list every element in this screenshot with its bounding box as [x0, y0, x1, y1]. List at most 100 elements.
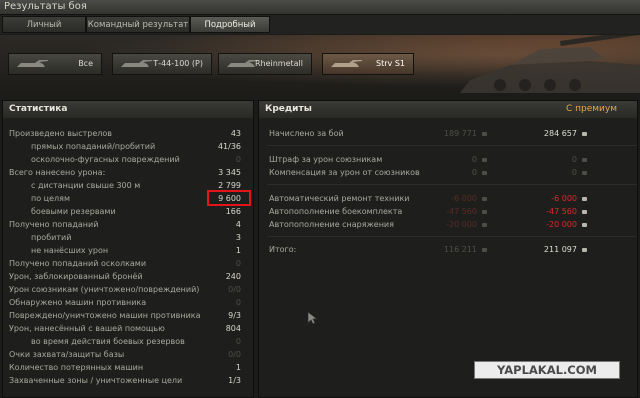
credit-coin-icon — [582, 171, 587, 175]
credit-total-row: Итого: 116 211 211 097 — [259, 244, 637, 256]
vehicle-filter-rheinmetall[interactable]: Rheinmetall — [218, 53, 312, 75]
stat-label: осколочно-фугасных повреждений — [31, 155, 180, 164]
credit-coin-icon — [482, 158, 487, 162]
stat-value: 166 — [225, 207, 241, 216]
stat-value: 0 — [235, 155, 241, 164]
credit-base-value: -6 000 — [451, 194, 477, 203]
credit-premium-value: -47 560 — [546, 207, 577, 216]
credit-label: Начислено за бой — [269, 129, 344, 138]
stat-row: осколочно-фугасных повреждений 0 — [3, 154, 253, 166]
credit-coin-icon — [582, 248, 587, 252]
stat-value: 9/3 — [228, 311, 241, 320]
credit-coin-icon — [482, 132, 487, 136]
credit-coin-icon — [482, 197, 487, 201]
credit-coin-icon — [482, 171, 487, 175]
divider — [267, 184, 637, 185]
vehicle-filter-all[interactable]: Все — [8, 53, 102, 75]
watermark: YAPLAKAL.COM — [474, 361, 620, 379]
stat-row: Произведено выстрелов 43 — [3, 128, 253, 140]
divider — [267, 145, 637, 146]
stat-label: Захваченные зоны / уничтоженные цели — [9, 376, 183, 385]
stat-label: пробитий — [31, 233, 72, 242]
credit-label: Автопополнение боекомплекта — [269, 207, 403, 216]
credit-premium-value: 211 097 — [543, 245, 577, 254]
stat-value: 3 — [235, 233, 241, 242]
stat-value: 1/3 — [228, 376, 241, 385]
stat-value: 0/0 — [228, 350, 241, 359]
tab-detailed-report[interactable]: Подробный отчёт — [190, 16, 270, 47]
credit-base-value: 189 771 — [443, 129, 477, 138]
vehicle-label: Т-44-100 (Р) — [153, 59, 203, 68]
stats-header: Статистика — [3, 101, 253, 118]
stat-label: с дистанции свыше 300 м — [31, 181, 141, 190]
stat-label: прямых попаданий/пробитий — [31, 142, 156, 151]
stat-row: не нанёсших урон 1 — [3, 245, 253, 257]
stats-panel: Статистика Произведено выстрелов 43 прямы… — [2, 100, 254, 398]
stat-row: Захваченные зоны / уничтоженные цели 1/3 — [3, 375, 253, 387]
stat-label: Урон, нанесённый с вашей помощью — [9, 324, 165, 333]
credit-label: Итого: — [269, 245, 297, 254]
credit-coin-icon — [482, 248, 487, 252]
stat-value: 0/0 — [228, 285, 241, 294]
stat-row: Очки захвата/защиты базы 0/0 — [3, 349, 253, 361]
credit-premium-value: 0 — [571, 155, 577, 164]
credit-base-value: 116 211 — [443, 245, 477, 254]
stat-label: по целям — [31, 194, 70, 203]
credit-label: Штраф за урон союзникам — [269, 155, 383, 164]
credit-coin-icon — [582, 132, 587, 136]
credit-coin-icon — [482, 210, 487, 214]
stat-value: 41/36 — [217, 142, 241, 151]
credit-coin-icon — [482, 223, 487, 227]
credit-premium-value: 284 657 — [543, 129, 577, 138]
credit-base-value: -47 560 — [446, 207, 477, 216]
stat-value: 4 — [235, 220, 241, 229]
stat-row: Количество потерянных машин 1 — [3, 362, 253, 374]
vehicle-filter-strv[interactable]: Strv S1 — [322, 53, 414, 75]
vehicle-label: Strv S1 — [376, 59, 405, 68]
credit-label: Компенсация за урон от союзников — [269, 168, 420, 177]
vehicle-banner: Все Т-44-100 (Р) Rheinmetall Strv S1 — [0, 35, 640, 93]
credit-row: Автоматический ремонт техники -6 000 -6 … — [259, 193, 637, 205]
stat-value: 43 — [230, 129, 241, 138]
credit-row: Автопополнение боекомплекта -47 560 -47 … — [259, 206, 637, 218]
credit-label: Автоматический ремонт техники — [269, 194, 410, 203]
stat-row: боевыми резервами 166 — [3, 206, 253, 218]
vehicle-icon — [17, 60, 48, 67]
credit-coin-icon — [582, 197, 587, 201]
stat-label: Получено попаданий — [9, 220, 99, 229]
stat-row: Урон союзникам (уничтожено/повреждений) 0… — [3, 284, 253, 296]
highlight-box — [207, 190, 251, 206]
credit-coin-icon — [582, 223, 587, 227]
premium-header: С премиум — [565, 104, 617, 114]
stat-label: Получено попаданий осколками — [9, 259, 147, 268]
stat-label: Урон, заблокированный бронёй — [9, 272, 143, 281]
credit-row: Штраф за урон союзникам 0 0 — [259, 154, 637, 166]
stat-value: 240 — [225, 272, 241, 281]
vehicle-filter-t44[interactable]: Т-44-100 (Р) — [112, 53, 212, 75]
stat-label: Количество потерянных машин — [9, 363, 144, 372]
stat-value: 1 — [235, 246, 241, 255]
stat-row: прямых попаданий/пробитий 41/36 — [3, 141, 253, 153]
stat-label: Произведено выстрелов — [9, 129, 113, 138]
stat-label: Урон союзникам (уничтожено/повреждений) — [9, 285, 200, 294]
stat-label: не нанёсших урон — [31, 246, 109, 255]
credit-coin-icon — [582, 158, 587, 162]
stat-row: Обнаружено машин противника 0 — [3, 297, 253, 309]
tab-personal-result[interactable]: Личный результат — [2, 16, 86, 47]
divider — [267, 236, 637, 237]
credits-title: Кредиты — [265, 104, 312, 114]
credits-panel: Кредиты С премиум Начислено за бой 189 7… — [258, 100, 638, 398]
tab-bar: Личный результат Командный результат Под… — [0, 15, 640, 47]
stat-value: 0 — [235, 337, 241, 346]
stat-label: Очки захвата/защиты базы — [9, 350, 125, 359]
tab-team-result[interactable]: Командный результат — [86, 16, 190, 33]
credit-label: Автопополнение снаряжения — [269, 220, 394, 229]
credit-coin-icon — [582, 210, 587, 214]
stat-row: Урон, заблокированный бронёй 240 — [3, 271, 253, 283]
window-title: Результаты боя — [4, 1, 87, 12]
stat-value: 3 345 — [218, 168, 241, 177]
credit-base-value: -20 000 — [446, 220, 477, 229]
stat-label: боевыми резервами — [31, 207, 116, 216]
stat-row: Урон, нанесённый с вашей помощью 804 — [3, 323, 253, 335]
stat-label: Всего нанесено урона: — [9, 168, 106, 177]
